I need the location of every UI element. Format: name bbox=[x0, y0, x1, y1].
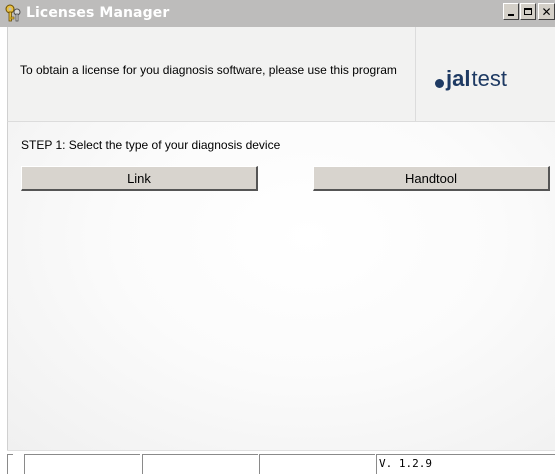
keys-icon bbox=[5, 4, 21, 22]
close-icon: ✕ bbox=[541, 4, 552, 19]
status-grip bbox=[7, 454, 13, 474]
version-label: V. 1.2.9 bbox=[379, 457, 432, 470]
link-button[interactable]: Link bbox=[21, 166, 258, 191]
header-panel: To obtain a license for you diagnosis so… bbox=[7, 27, 555, 122]
status-panel-1 bbox=[24, 454, 140, 474]
maximize-button[interactable] bbox=[520, 3, 536, 20]
logo-text-bold: jal bbox=[446, 66, 471, 91]
close-button[interactable]: ✕ bbox=[538, 3, 555, 20]
logo-dot-icon bbox=[435, 78, 444, 88]
status-bar: V. 1.2.9 bbox=[7, 450, 555, 474]
main-panel: STEP 1: Select the type of your diagnosi… bbox=[7, 122, 555, 450]
title-bar[interactable]: Licenses Manager ✕ bbox=[0, 0, 555, 27]
handtool-button[interactable]: Handtool bbox=[313, 166, 550, 191]
maximize-icon bbox=[524, 8, 532, 15]
header-divider bbox=[415, 27, 416, 121]
logo-text-light: test bbox=[471, 66, 507, 91]
header-message: To obtain a license for you diagnosis so… bbox=[20, 63, 397, 77]
window-title: Licenses Manager bbox=[26, 5, 170, 21]
jaltest-logo: jal test bbox=[435, 67, 507, 91]
status-panel-version: V. 1.2.9 bbox=[376, 454, 555, 474]
step-label: STEP 1: Select the type of your diagnosi… bbox=[21, 138, 281, 152]
status-panel-3 bbox=[259, 454, 375, 474]
minimize-icon bbox=[508, 14, 514, 16]
status-panel-2 bbox=[142, 454, 258, 474]
minimize-button[interactable] bbox=[503, 3, 519, 20]
